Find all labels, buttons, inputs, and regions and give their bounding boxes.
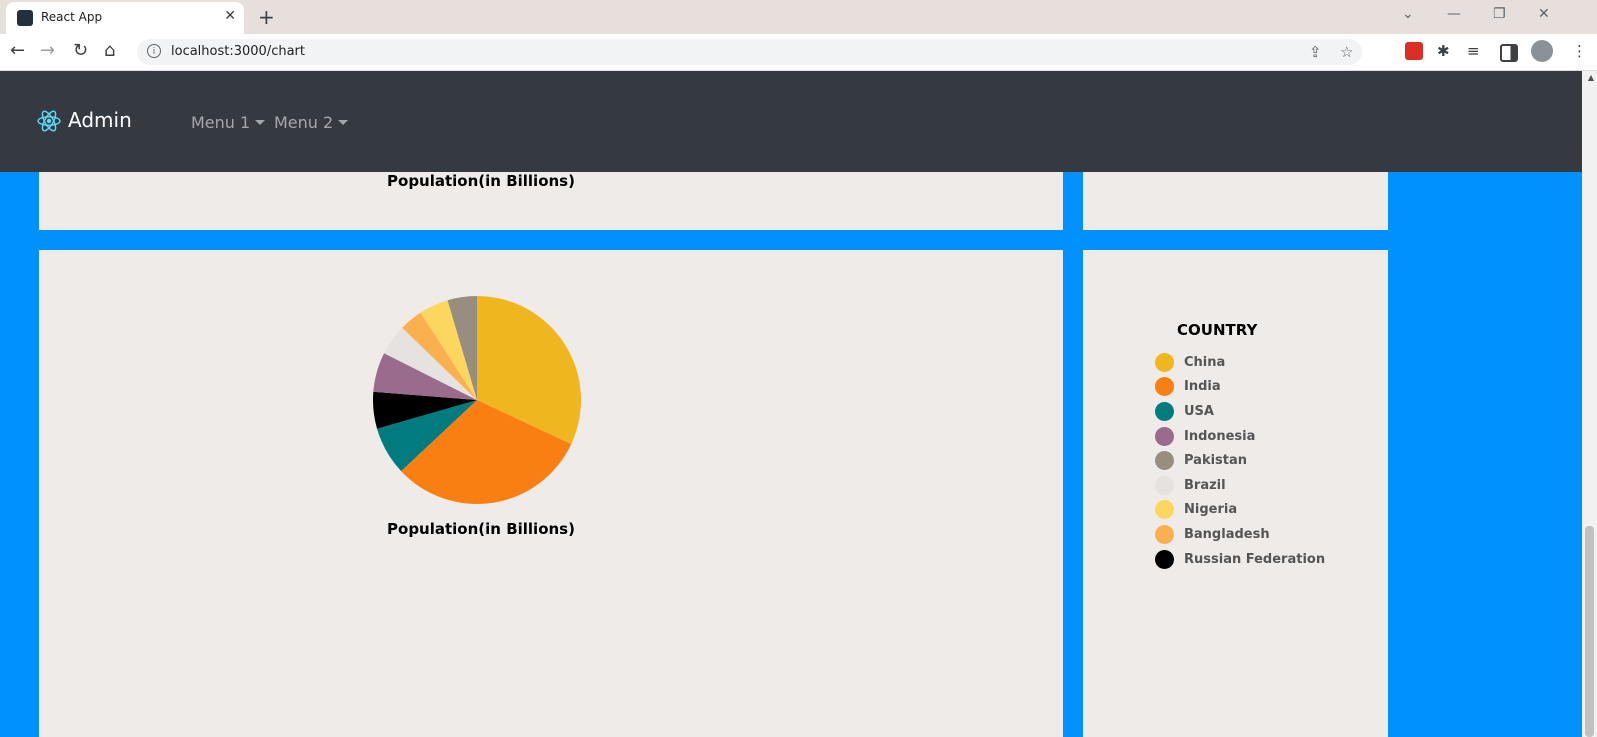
reading-list-icon[interactable]: ≡ xyxy=(1467,42,1480,60)
legend-label: Indonesia xyxy=(1184,428,1256,444)
extension-icon[interactable] xyxy=(1405,42,1423,60)
legend-swatch xyxy=(1155,549,1174,569)
legend-list: China India USA Indonesia Pakistan Brazil Nige… xyxy=(1155,350,1325,571)
legend-swatch xyxy=(1155,401,1174,421)
menu-2-dropdown[interactable]: Menu 2 xyxy=(274,113,349,132)
legend-swatch xyxy=(1155,500,1174,520)
legend-item[interactable]: Russian Federation xyxy=(1155,547,1325,572)
legend-item[interactable]: Brazil xyxy=(1155,473,1325,498)
legend-swatch xyxy=(1155,426,1174,446)
legend-label: USA xyxy=(1184,403,1214,419)
browser-tab[interactable]: React App ✕ xyxy=(6,2,244,34)
menu-1-label: Menu 1 xyxy=(191,113,251,132)
profile-avatar[interactable] xyxy=(1531,40,1553,62)
legend-label: China xyxy=(1184,354,1226,370)
tab-search-icon[interactable]: ⌄ xyxy=(1402,6,1414,22)
legend-swatch xyxy=(1155,475,1174,495)
legend-item[interactable]: India xyxy=(1155,375,1325,400)
pie-chart xyxy=(373,296,581,504)
brand-title[interactable]: Admin xyxy=(68,108,132,132)
legend-label: India xyxy=(1184,379,1221,395)
legend-title: COUNTRY xyxy=(1177,321,1258,339)
home-icon[interactable]: ⌂ xyxy=(104,40,115,61)
legend-swatch xyxy=(1155,377,1174,397)
menu-2-label: Menu 2 xyxy=(274,113,334,132)
address-bar[interactable]: i localhost:3000/chart ⇪ ☆ xyxy=(137,39,1362,65)
legend-swatch xyxy=(1155,524,1174,544)
site-info-icon[interactable]: i xyxy=(147,44,161,58)
top-chart-caption: Population(in Billions) xyxy=(387,172,575,190)
legend-item[interactable]: USA xyxy=(1155,399,1325,424)
legend-item[interactable]: Indonesia xyxy=(1155,424,1325,449)
tab-title: React App xyxy=(41,10,103,24)
legend-swatch xyxy=(1155,352,1174,372)
top-chart-card: Population(in Billions) xyxy=(39,172,1063,230)
legend-item[interactable]: Bangladesh xyxy=(1155,522,1325,547)
pie-chart-caption: Population(in Billions) xyxy=(387,520,575,538)
legend-label: Bangladesh xyxy=(1184,526,1270,542)
menu-kebab-icon[interactable]: ⋮ xyxy=(1572,42,1587,60)
extensions-puzzle-icon[interactable]: ✱ xyxy=(1437,42,1450,60)
browser-toolbar: ← → ↻ ⌂ i localhost:3000/chart ⇪ ☆ ✱ ≡ ⋮ xyxy=(0,34,1597,71)
legend-label: Nigeria xyxy=(1184,502,1238,518)
react-logo-icon[interactable] xyxy=(36,108,62,134)
legend-item[interactable]: Nigeria xyxy=(1155,498,1325,523)
page-scrollbar[interactable]: ▲ xyxy=(1582,71,1597,737)
legend-item[interactable]: Pakistan xyxy=(1155,448,1325,473)
new-tab-button[interactable]: + xyxy=(258,5,275,29)
top-navbar: Admin Menu 1 Menu 2 xyxy=(0,71,1582,172)
bookmark-star-icon[interactable]: ☆ xyxy=(1340,43,1353,61)
react-favicon-icon xyxy=(17,10,33,26)
scroll-up-icon[interactable]: ▲ xyxy=(1588,73,1594,82)
tab-close-icon[interactable]: ✕ xyxy=(224,8,236,24)
reload-icon[interactable]: ↻ xyxy=(73,40,88,61)
legend-label: Pakistan xyxy=(1184,453,1248,469)
page-viewport: Population(in Billions) Population(in Bi… xyxy=(0,71,1597,737)
legend-item[interactable]: China xyxy=(1155,350,1325,375)
share-icon[interactable]: ⇪ xyxy=(1309,43,1322,61)
minimize-icon[interactable]: — xyxy=(1447,6,1461,22)
top-legend-card xyxy=(1083,172,1388,230)
restore-icon[interactable]: ❐ xyxy=(1493,6,1506,22)
legend-label: Brazil xyxy=(1184,477,1226,493)
forward-arrow-icon[interactable]: → xyxy=(40,40,55,61)
side-panel-icon[interactable] xyxy=(1500,44,1518,62)
browser-tab-strip: React App ✕ + ⌄ — ❐ ✕ xyxy=(0,0,1597,34)
chevron-down-icon xyxy=(255,120,266,125)
pie-chart-card: Population(in Billions) xyxy=(39,250,1063,737)
url-text[interactable]: localhost:3000/chart xyxy=(171,44,305,59)
legend-swatch xyxy=(1155,451,1174,471)
scrollbar-thumb[interactable] xyxy=(1585,526,1594,737)
legend-label: Russian Federation xyxy=(1184,551,1326,567)
window-close-icon[interactable]: ✕ xyxy=(1538,6,1550,22)
chevron-down-icon xyxy=(338,120,349,125)
menu-1-dropdown[interactable]: Menu 1 xyxy=(191,113,266,132)
back-arrow-icon[interactable]: ← xyxy=(10,40,25,61)
